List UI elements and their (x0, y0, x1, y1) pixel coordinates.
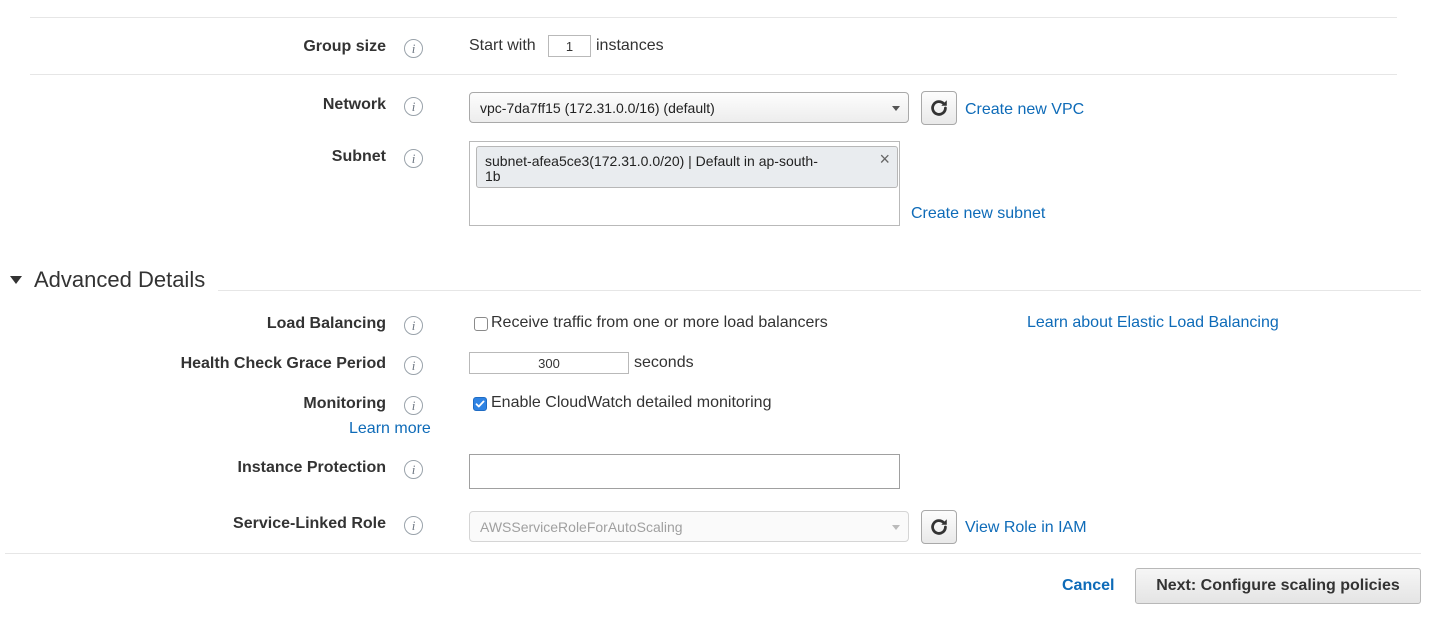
info-icon[interactable]: i (404, 516, 423, 535)
service-linked-role-select[interactable]: AWSServiceRoleForAutoScaling (469, 511, 909, 542)
advanced-details-toggle[interactable]: Advanced Details (10, 267, 205, 293)
info-icon[interactable]: i (404, 316, 423, 335)
health-check-input[interactable]: 300 (469, 352, 629, 374)
info-icon[interactable]: i (404, 149, 423, 168)
load-balancing-label: Load Balancing (266, 315, 386, 332)
info-icon[interactable]: i (404, 39, 423, 58)
group-size-input[interactable]: 1 (548, 35, 591, 57)
health-check-unit: seconds (634, 354, 694, 371)
divider-footer (5, 553, 1421, 554)
network-select[interactable]: vpc-7da7ff15 (172.31.0.0/16) (default) (469, 92, 909, 123)
group-size-suffix: instances (596, 37, 664, 54)
service-linked-role-label: Service-Linked Role (233, 515, 386, 532)
load-balancing-checkbox[interactable] (474, 317, 488, 331)
monitoring-label: Monitoring (303, 395, 386, 412)
caret-down-icon (892, 524, 900, 530)
subnet-multiselect[interactable]: subnet-afea5ce3(172.31.0.0/20) | Default… (469, 141, 900, 226)
group-size-label: Group size (303, 38, 386, 55)
subnet-label: Subnet (331, 148, 386, 165)
triangle-down-icon (10, 276, 22, 284)
info-icon[interactable]: i (404, 97, 423, 116)
divider-top (30, 17, 1397, 18)
refresh-icon (931, 519, 947, 535)
load-balancing-checkbox-label[interactable]: Receive traffic from one or more load ba… (491, 314, 828, 332)
monitoring-checkbox-label[interactable]: Enable CloudWatch detailed monitoring (491, 394, 771, 412)
close-icon[interactable]: × (879, 150, 890, 168)
advanced-details-title: Advanced Details (34, 267, 206, 292)
learn-elb-link[interactable]: Learn about Elastic Load Balancing (1027, 314, 1279, 332)
refresh-icon (931, 100, 947, 116)
network-label: Network (322, 96, 386, 113)
refresh-vpc-button[interactable] (921, 91, 957, 125)
instance-protection-input[interactable] (469, 454, 900, 489)
health-check-value: 300 (538, 355, 560, 371)
check-icon (475, 400, 485, 408)
monitoring-checkbox[interactable] (473, 397, 487, 411)
create-vpc-link[interactable]: Create new VPC (965, 101, 1084, 119)
info-icon[interactable]: i (404, 396, 423, 415)
network-selected-value: vpc-7da7ff15 (172.31.0.0/16) (default) (480, 99, 715, 116)
cancel-button[interactable]: Cancel (1062, 577, 1114, 595)
instance-protection-label: Instance Protection (237, 459, 386, 476)
info-icon[interactable]: i (404, 460, 423, 479)
subnet-token-line2: 1b (485, 168, 501, 184)
health-check-label: Health Check Grace Period (180, 355, 386, 372)
refresh-role-button[interactable] (921, 510, 957, 544)
group-size-prefix: Start with (469, 37, 536, 54)
subnet-token-line1: subnet-afea5ce3(172.31.0.0/20) | Default… (485, 153, 818, 169)
divider-group-size (30, 74, 1397, 75)
create-subnet-link[interactable]: Create new subnet (911, 205, 1045, 223)
caret-down-icon (892, 105, 900, 111)
next-configure-scaling-button[interactable]: Next: Configure scaling policies (1135, 568, 1421, 604)
service-linked-role-value: AWSServiceRoleForAutoScaling (480, 518, 683, 535)
subnet-token: subnet-afea5ce3(172.31.0.0/20) | Default… (476, 146, 898, 188)
divider-advanced (218, 290, 1421, 291)
group-size-value: 1 (565, 38, 574, 54)
monitoring-learn-more-link[interactable]: Learn more (349, 420, 431, 438)
view-role-iam-link[interactable]: View Role in IAM (965, 519, 1087, 537)
info-icon[interactable]: i (404, 356, 423, 375)
